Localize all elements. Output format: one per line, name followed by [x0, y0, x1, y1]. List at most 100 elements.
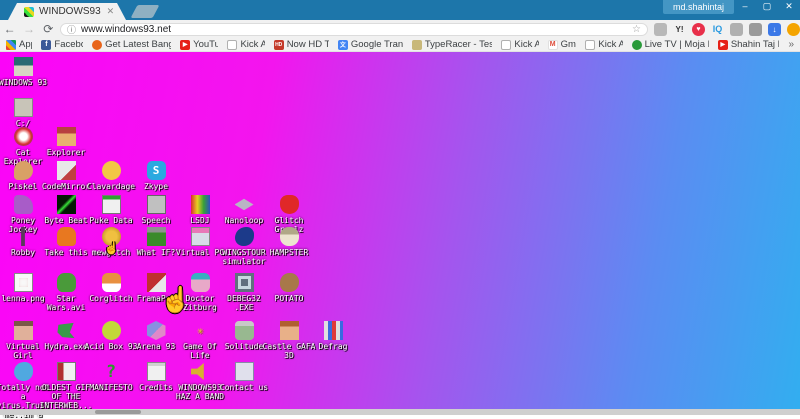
- minimize-button[interactable]: –: [734, 0, 756, 14]
- url-text[interactable]: www.windows93.net: [81, 24, 632, 35]
- url-bar[interactable]: ⓘ www.windows93.net ☆: [59, 22, 648, 36]
- blocks-icon: [323, 321, 343, 340]
- question-mark-icon: ?: [105, 361, 117, 382]
- bookmark-youtube[interactable]: ▶YouTube: [180, 39, 218, 50]
- bookmark-shahin-taj-fokir[interactable]: ▶Shahin Taj Fokir: [717, 39, 779, 50]
- youtube-icon: ▶: [180, 39, 191, 50]
- grey-box-extension-icon[interactable]: [729, 22, 743, 36]
- menu-update-icon[interactable]: [786, 22, 800, 36]
- download-extension-icon[interactable]: ↓: [767, 22, 781, 36]
- bookmark-label: Gmail: [560, 39, 577, 50]
- bookmark-star-icon[interactable]: ☆: [632, 24, 641, 35]
- forward-icon[interactable]: →: [19, 22, 38, 36]
- dragon-icon: [57, 322, 75, 339]
- browser-tab[interactable]: WINDOWS93 ✕: [8, 3, 126, 20]
- icon-label: Puke Data: [89, 216, 133, 225]
- smiley-icon: [101, 321, 121, 340]
- dolphin-icon: [13, 362, 33, 381]
- scrollbar-thumb[interactable]: [95, 410, 141, 414]
- sparkle-icon: ✳: [196, 324, 204, 337]
- bookmark-apps[interactable]: Apps: [6, 39, 32, 50]
- refresh-icon[interactable]: ⟳: [39, 22, 58, 36]
- chrome-profile-chip[interactable]: md.shahintaj: [662, 0, 734, 14]
- desktop-icon-c-drive[interactable]: C:/: [0, 98, 51, 128]
- tab-close-icon[interactable]: ✕: [107, 6, 115, 17]
- fly-blob-icon: [234, 227, 254, 246]
- bookmark-label: Kick Ass: [240, 39, 265, 50]
- y-badge-extension-icon[interactable]: Y!: [673, 23, 686, 36]
- browser-toolbar: ← → ⟳ ⓘ www.windows93.net ☆ Y! ♥ IQ ↓: [0, 20, 800, 38]
- back-icon[interactable]: ←: [0, 22, 19, 36]
- yoda-icon: [56, 273, 76, 292]
- icon-label: Defrag: [318, 342, 348, 351]
- desktop-icon-hampster[interactable]: HAMPSTER: [261, 227, 317, 257]
- maximize-button[interactable]: ▢: [756, 0, 778, 14]
- icon-label: POTATO: [274, 294, 304, 303]
- hd-icon: HD: [273, 39, 284, 50]
- desktop-icon-windows93[interactable]: WINDOWS 93: [0, 57, 51, 87]
- red-heart-extension-icon[interactable]: ♥: [691, 22, 705, 36]
- book-icon: [56, 362, 76, 381]
- bookmark-now-hd-time[interactable]: HDNow HD TIme: [273, 39, 329, 50]
- page-icon: [227, 39, 238, 50]
- bookmark-kick-ass-3[interactable]: Kick Ass: [585, 39, 623, 50]
- translate-icon: 文: [337, 39, 348, 50]
- icon-label: LSDJ: [190, 216, 210, 225]
- bookmarks-overflow-chevron[interactable]: »: [788, 39, 794, 50]
- jar-icon: [234, 321, 254, 340]
- extensions-row: Y! ♥ IQ ↓: [653, 22, 800, 36]
- skype-s-icon: S: [146, 161, 166, 180]
- icon-label: Arena 93: [136, 342, 176, 351]
- monitor-icon: [234, 273, 254, 292]
- desktop-icon-potato[interactable]: POTATO: [261, 273, 317, 303]
- icon-label: Contact us: [219, 383, 269, 392]
- windows93-desktop[interactable]: WINDOWS 93 C:/ Cat Explorer Explorer Pis…: [0, 52, 800, 419]
- bookmark-google-translate[interactable]: 文Google Translate: [337, 39, 403, 50]
- desktop-icon-zkype[interactable]: S Zkype: [128, 161, 184, 191]
- desktop-icon-defrag[interactable]: Defrag: [305, 321, 361, 351]
- small-hand-cursor-icon: ☝: [104, 241, 119, 255]
- icon-label: MANIFESTO: [89, 383, 133, 392]
- page-icon: [585, 39, 596, 50]
- cube-icon: [146, 321, 166, 340]
- cat-ball-icon: [13, 127, 33, 146]
- window-icon: [190, 227, 210, 246]
- window-titlebar: md.shahintaj – ▢ ✕ WINDOWS93 ✕: [0, 0, 800, 20]
- page-info-icon[interactable]: ⓘ: [67, 23, 76, 36]
- horizontal-scrollbar[interactable]: [0, 409, 800, 415]
- waveform-icon: [56, 195, 76, 214]
- speaker-icon: [190, 362, 204, 381]
- bookmark-bangla-news[interactable]: Get Latest Bangla Ne: [92, 39, 171, 50]
- bookmark-gmail[interactable]: MGmail: [547, 39, 577, 50]
- old-man-icon: [56, 227, 76, 246]
- hard-drive-icon: [13, 98, 33, 117]
- apps-grid-icon: [6, 39, 16, 50]
- chat-smiley-icon: [101, 161, 121, 180]
- image-file-icon: [13, 273, 33, 292]
- bookmark-facebook[interactable]: fFacebook: [41, 39, 83, 50]
- grey-clip-extension-icon[interactable]: [653, 22, 667, 36]
- camera-extension-icon[interactable]: [748, 22, 762, 36]
- bookmark-live-tv[interactable]: Live TV | Moja Loss?: [631, 39, 709, 50]
- new-tab-button[interactable]: [130, 5, 160, 18]
- close-button[interactable]: ✕: [778, 0, 800, 14]
- palette-icon: [13, 161, 33, 180]
- gmail-icon: M: [547, 39, 558, 50]
- icon-label: Piskel: [8, 182, 38, 191]
- youtube-icon: ▶: [717, 39, 728, 50]
- flag-icon: [101, 195, 121, 214]
- field-icon: [146, 227, 166, 246]
- bookmark-kick-ass-2[interactable]: Kick Ass: [501, 39, 539, 50]
- bookmark-typeracer[interactable]: TypeRacer - Test your: [411, 39, 493, 50]
- face-icon: [56, 127, 76, 146]
- icon-label: Corglitch: [89, 294, 133, 303]
- desktop-icon-contact-us[interactable]: Contact us: [216, 362, 272, 392]
- desktop-icon-explorer[interactable]: Explorer: [38, 127, 94, 157]
- bookmark-kick-ass-1[interactable]: Kick Ass: [227, 39, 265, 50]
- iq-extension-icon[interactable]: IQ: [711, 23, 724, 36]
- bookmark-label: Apps: [19, 39, 32, 50]
- stick-figure-icon: [21, 227, 25, 246]
- potato-icon: [279, 273, 299, 292]
- icon-label: Take this: [44, 248, 88, 257]
- bookmark-label: TypeRacer - Test your: [424, 39, 493, 50]
